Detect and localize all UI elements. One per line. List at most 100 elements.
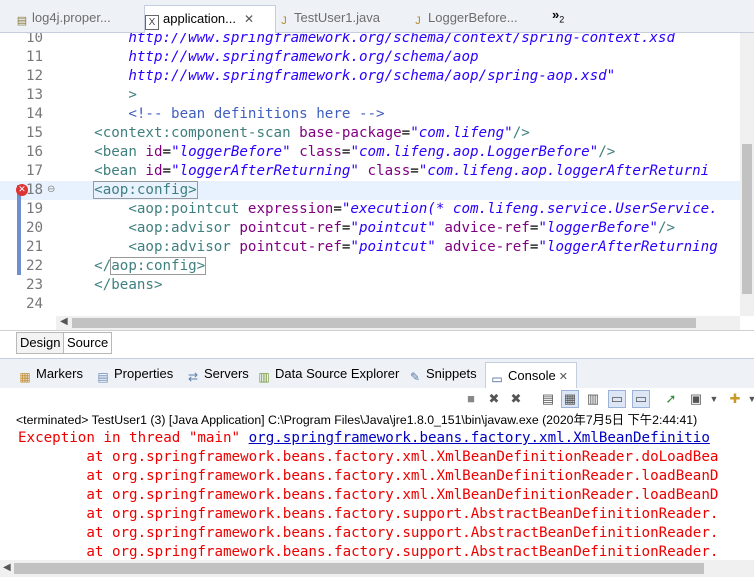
- tab-servers[interactable]: ⇄ Servers: [186, 366, 249, 384]
- clear-console-icon[interactable]: ▤: [540, 391, 556, 407]
- tab-source[interactable]: Source: [64, 332, 113, 354]
- code-token: <bean: [60, 163, 146, 179]
- code-text: <aop:advisor pointcut-ref="pointcut" adv…: [60, 238, 717, 257]
- code-line[interactable]: 16 <bean id="loggerBefore" class="com.li…: [0, 143, 754, 162]
- view-tab-label: Properties: [114, 366, 174, 381]
- code-line[interactable]: 19 <aop:pointcut expression="execution(*…: [0, 200, 754, 219]
- view-tab-label: Data Source Explorer: [275, 366, 400, 381]
- view-tab-label: Markers: [36, 366, 83, 381]
- code-line[interactable]: 17 <bean id="loggerAfterReturning" class…: [0, 162, 754, 181]
- tab-data-source-explorer[interactable]: ▥ Data Source Explorer: [257, 366, 399, 384]
- tab-markers[interactable]: ▦ Markers: [18, 366, 83, 384]
- code-line[interactable]: 15 <context:component-scan base-package=…: [0, 124, 754, 143]
- editor-tab[interactable]: J LoggerBefore...: [412, 5, 538, 31]
- code-line[interactable]: 20 <aop:advisor pointcut-ref="pointcut" …: [0, 219, 754, 238]
- scroll-lock-icon[interactable]: ▦: [561, 390, 579, 408]
- code-line[interactable]: 13 >: [0, 86, 754, 105]
- tab-snippets[interactable]: ✎ Snippets: [408, 366, 477, 384]
- code-token: "loggerBefore": [171, 144, 291, 160]
- line-number: 17: [26, 163, 44, 179]
- code-token: </: [60, 258, 112, 274]
- word-wrap-icon[interactable]: ▥: [585, 391, 601, 407]
- display-console-icon[interactable]: ▣: [688, 391, 704, 407]
- terminate-icon[interactable]: ■: [463, 391, 479, 407]
- editor-tab[interactable]: Xapplication... ✕: [144, 5, 276, 33]
- console-text: Exception in thread "main": [18, 430, 249, 446]
- console-process-label: <terminated> TestUser1 (3) [Java Applica…: [16, 413, 698, 427]
- editor-tab-label: LoggerBefore...: [428, 10, 518, 25]
- line-number: 21: [26, 239, 44, 255]
- editor-vertical-scroll-thumb[interactable]: [742, 144, 752, 294]
- editor-mode-bar: [0, 330, 754, 355]
- error-marker-icon[interactable]: ✕: [16, 184, 28, 196]
- code-line[interactable]: 24: [0, 295, 754, 314]
- java-file-icon: J: [415, 15, 421, 27]
- code-line[interactable]: 10 http://www.springframework.org/schema…: [0, 33, 754, 48]
- show-on-stderr-icon[interactable]: ▭: [632, 390, 650, 408]
- code-text: <aop:advisor pointcut-ref="pointcut" adv…: [60, 219, 675, 238]
- code-line[interactable]: 12 http://www.springframework.org/schema…: [0, 67, 754, 86]
- code-line[interactable]: 21 <aop:advisor pointcut-ref="pointcut" …: [0, 238, 754, 257]
- console-line: at org.springframework.beans.factory.xml…: [18, 448, 718, 467]
- console-line: at org.springframework.beans.factory.xml…: [18, 467, 718, 486]
- code-text: <context:component-scan base-package="co…: [60, 124, 530, 143]
- code-text: <aop:config>: [60, 181, 198, 200]
- console-text: at org.springframework.beans.factory.sup…: [18, 544, 719, 560]
- code-token: =: [410, 163, 419, 179]
- code-editor[interactable]: 10 http://www.springframework.org/schema…: [0, 33, 754, 316]
- line-number: 22: [26, 258, 44, 274]
- code-token: "loggerBefore": [538, 220, 658, 236]
- remove-all-launches-icon[interactable]: ✖: [508, 391, 524, 407]
- fold-toggle-icon[interactable]: ⊖: [47, 184, 55, 195]
- code-token: class: [367, 163, 411, 179]
- java-file-icon: J: [281, 15, 287, 27]
- code-line[interactable]: 22 </aop:config>: [0, 257, 754, 276]
- console-text: at org.springframework.beans.factory.sup…: [18, 506, 719, 522]
- editor-tab-label: application...: [163, 11, 236, 26]
- editor-tab[interactable]: J TestUser1.java: [278, 5, 406, 31]
- console-scroll-left-arrow-icon[interactable]: ◀: [3, 562, 11, 573]
- code-line[interactable]: 18 <aop:config>: [0, 181, 754, 200]
- code-line[interactable]: 11 http://www.springframework.org/schema…: [0, 48, 754, 67]
- editor-horizontal-scroll-thumb[interactable]: [72, 318, 696, 328]
- servers-icon: ⇄: [187, 370, 199, 384]
- editor-tab-label: TestUser1.java: [294, 10, 380, 25]
- markers-icon: ▦: [19, 370, 31, 384]
- tab-console[interactable]: ▭ Console ✕: [485, 362, 577, 389]
- code-text: <bean id="loggerBefore" class="com.lifen…: [60, 143, 615, 162]
- tab-overflow-button[interactable]: »2: [552, 7, 564, 25]
- code-line[interactable]: 14 <!-- bean definitions here -->: [0, 105, 754, 124]
- tab-design[interactable]: Design: [16, 332, 65, 354]
- code-line[interactable]: 23 </beans>: [0, 276, 754, 295]
- open-console-icon[interactable]: ✚: [727, 391, 743, 407]
- line-number: 24: [26, 296, 44, 312]
- code-text: http://www.springframework.org/schema/ao…: [60, 48, 478, 67]
- code-token: </beans>: [60, 277, 163, 293]
- console-text: at org.springframework.beans.factory.xml…: [18, 487, 719, 503]
- code-text: http://www.springframework.org/schema/co…: [60, 33, 675, 48]
- exception-link[interactable]: org.springframework.beans.factory.xml.Xm…: [249, 430, 710, 446]
- console-line: at org.springframework.beans.factory.sup…: [18, 524, 718, 543]
- line-number: 14: [26, 106, 44, 122]
- close-console-icon[interactable]: ✕: [556, 371, 568, 383]
- code-token: advice-ref: [444, 239, 530, 255]
- code-text: <aop:pointcut expression="execution(* co…: [60, 200, 717, 219]
- close-tab-icon[interactable]: ✕: [244, 12, 254, 26]
- scroll-left-arrow-icon[interactable]: ◀: [60, 316, 68, 327]
- console-horizontal-scroll-thumb[interactable]: [14, 563, 704, 574]
- open-console-dropdown-icon[interactable]: ▼: [744, 391, 754, 407]
- remove-launch-icon[interactable]: ✖: [486, 391, 502, 407]
- code-text: http://www.springframework.org/schema/ao…: [60, 67, 615, 86]
- code-token: class: [299, 144, 342, 160]
- show-on-stdout-icon[interactable]: ▭: [608, 390, 626, 408]
- code-text: </beans>: [60, 276, 163, 295]
- tab-properties[interactable]: ▤ Properties: [96, 366, 173, 384]
- editor-tab[interactable]: ▤ log4j.proper...: [16, 5, 138, 31]
- code-token: >: [60, 87, 137, 103]
- pin-console-icon[interactable]: ➚: [663, 391, 679, 407]
- console-output[interactable]: Exception in thread "main" org.springfra…: [0, 428, 754, 560]
- code-token: http://www.springframework.org/schema/ao…: [60, 68, 616, 84]
- display-console-dropdown-icon[interactable]: ▼: [706, 391, 722, 407]
